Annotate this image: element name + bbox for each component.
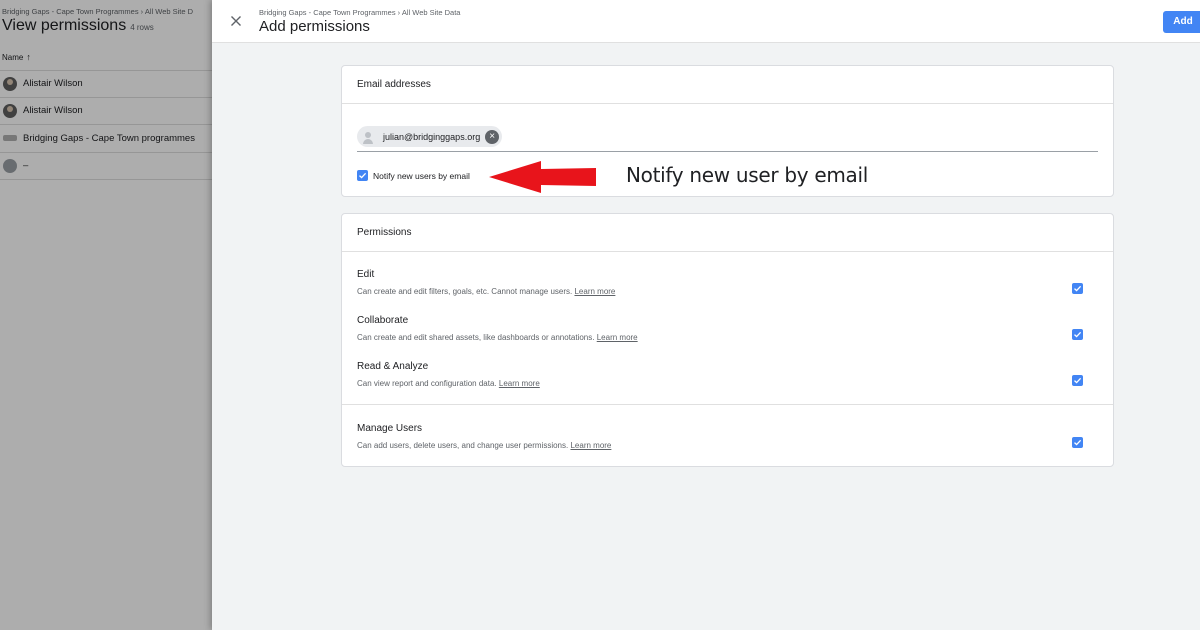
read-analyze-checkbox[interactable] [1072,375,1083,386]
permission-desc-text: Can create and edit shared assets, like … [357,333,595,342]
close-button[interactable] [228,13,244,29]
permission-title: Read & Analyze [357,361,429,372]
permission-desc-text: Can create and edit filters, goals, etc.… [357,287,573,296]
learn-more-link[interactable]: Learn more [499,379,540,388]
checkmark-icon [1074,285,1082,292]
card-header: Email addresses [342,66,1113,104]
add-button[interactable]: Add [1163,11,1200,33]
permission-title: Collaborate [357,315,409,326]
red-arrow-icon [489,161,596,193]
permission-description: Can add users, delete users, and change … [357,441,1098,450]
notify-label: Notify new users by email [373,170,470,181]
permission-title: Manage Users [357,423,423,434]
edit-checkbox[interactable] [1072,283,1083,294]
remove-chip-icon[interactable]: × [485,129,500,144]
card-header: Permissions [342,214,1113,252]
permission-desc-text: Can view report and configuration data. [357,379,497,388]
permission-collaborate: Collaborate Can create and edit shared a… [357,315,1098,342]
permission-manage-users: Manage Users Can add users, delete users… [357,423,1098,450]
permission-description: Can create and edit shared assets, like … [357,333,1098,342]
permission-read-analyze: Read & Analyze Can view report and confi… [357,361,1098,388]
notify-checkbox[interactable] [357,170,368,181]
permission-description: Can view report and configuration data. … [357,379,1098,388]
permission-description: Can create and edit filters, goals, etc.… [357,287,1098,296]
permission-desc-text: Can add users, delete users, and change … [357,441,569,450]
learn-more-link[interactable]: Learn more [597,333,638,342]
annotation-text: Notify new user by email [626,163,868,187]
breadcrumb: Bridging Gaps - Cape Town Programmes › A… [259,8,461,17]
manage-users-checkbox[interactable] [1072,437,1083,448]
panel-title: Add permissions [259,18,370,35]
permission-title: Edit [357,269,375,280]
email-chip-label: julian@bridginggaps.org [383,131,481,142]
checkmark-icon [1074,331,1082,338]
checkmark-icon [1074,439,1082,446]
add-permissions-panel: Bridging Gaps - Cape Town Programmes › A… [212,0,1200,630]
permissions-card: Permissions Edit Can create and edit fil… [341,213,1114,467]
close-icon [231,16,241,26]
email-chip[interactable]: julian@bridginggaps.org × [357,126,503,147]
notify-option[interactable]: Notify new users by email [357,170,470,181]
checkmark-icon [359,172,367,179]
person-icon [361,129,375,144]
panel-header: Bridging Gaps - Cape Town Programmes › A… [212,0,1200,43]
collaborate-checkbox[interactable] [1072,329,1083,340]
permission-edit: Edit Can create and edit filters, goals,… [357,269,1098,296]
divider [342,404,1113,405]
learn-more-link[interactable]: Learn more [570,441,611,450]
email-input[interactable]: julian@bridginggaps.org × [357,126,1098,152]
learn-more-link[interactable]: Learn more [574,287,615,296]
checkmark-icon [1074,377,1082,384]
